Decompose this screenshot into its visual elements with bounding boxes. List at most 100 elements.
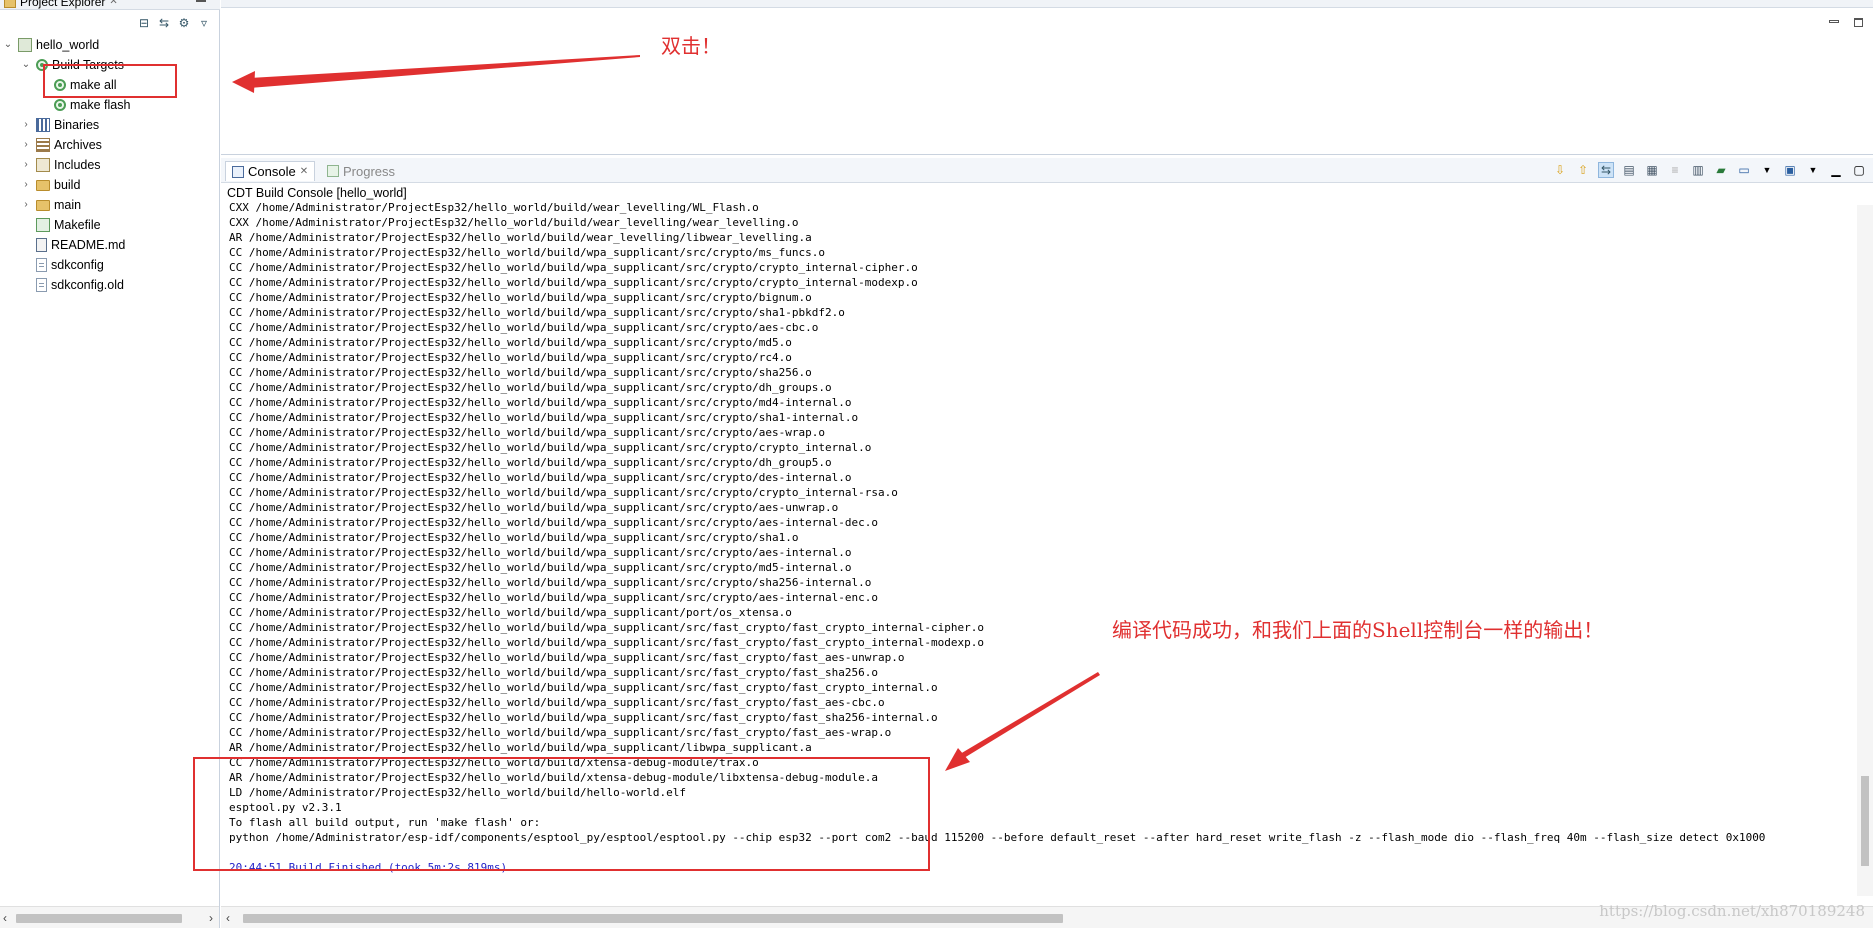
scrollbar-thumb[interactable] — [1861, 776, 1869, 866]
chevron-down-icon[interactable]: ▿ — [197, 16, 211, 30]
chevron-right-icon[interactable]: › — [20, 179, 32, 191]
console-icon — [232, 165, 244, 178]
tab-console[interactable]: Console ✕ — [225, 161, 316, 181]
archives-icon — [36, 137, 50, 152]
copy-build-log-icon[interactable]: ▤ — [1621, 162, 1637, 178]
tree-item-sdkconfig[interactable]: sdkconfig — [20, 256, 104, 273]
tree-item-archives[interactable]: › Archives — [20, 136, 102, 153]
console-line: CC /home/Administrator/ProjectEsp32/hell… — [229, 456, 832, 469]
word-wrap-icon[interactable]: ≡ — [1667, 162, 1683, 178]
console-line: CC /home/Administrator/ProjectEsp32/hell… — [229, 321, 819, 334]
tree-item-binaries[interactable]: › Binaries — [20, 116, 99, 133]
editor-maximize-button[interactable] — [1854, 18, 1863, 27]
chevron-down-icon[interactable]: ⌄ — [2, 39, 14, 51]
console-line: CXX /home/Administrator/ProjectEsp32/hel… — [229, 201, 759, 214]
chevron-right-icon[interactable]: › — [20, 139, 32, 151]
tree-item-readme-md[interactable]: README.md — [20, 236, 125, 253]
console-line: CC /home/Administrator/ProjectEsp32/hell… — [229, 576, 872, 589]
tree-item-build[interactable]: › build — [20, 176, 80, 193]
tree-item-label: Binaries — [54, 117, 100, 132]
scroll-left-icon[interactable]: ‹ — [226, 911, 230, 925]
project-explorer-icon — [4, 0, 16, 8]
tree-item-label: README.md — [51, 237, 126, 252]
display-console-icon[interactable]: ▭ — [1736, 162, 1752, 178]
chevron-down-icon[interactable]: ⌄ — [20, 59, 32, 71]
minimize-button[interactable] — [196, 0, 206, 2]
console-title: CDT Build Console [hello_world] — [227, 186, 407, 200]
tree-item-sdkconfig-old[interactable]: sdkconfig.old — [20, 276, 124, 293]
editor-area — [221, 0, 1873, 155]
tree-item-includes[interactable]: › Includes — [20, 156, 101, 173]
editor-minimize-button[interactable] — [1829, 20, 1839, 23]
show-console-on-change-icon[interactable]: ⇆ — [1598, 162, 1614, 178]
open-console-icon[interactable]: ▣ — [1782, 162, 1798, 178]
tree-item-label: sdkconfig — [51, 257, 104, 272]
console-line: CC /home/Administrator/ProjectEsp32/hell… — [229, 501, 839, 514]
pin-console-icon[interactable]: ▰ — [1713, 162, 1729, 178]
console-line: CC /home/Administrator/ProjectEsp32/hell… — [229, 471, 852, 484]
folder-icon — [36, 180, 50, 191]
view-menu-icon[interactable]: ⚙ — [177, 16, 191, 30]
maximize-icon[interactable]: ▢ — [1851, 162, 1867, 178]
console-line: CC /home/Administrator/ProjectEsp32/hell… — [229, 396, 852, 409]
tree-item-hello-world[interactable]: ⌄ hello_world — [2, 36, 99, 53]
close-icon[interactable]: ✕ — [300, 166, 308, 177]
editor-top-strip — [221, 0, 1873, 8]
chevron-right-icon[interactable]: › — [20, 199, 32, 211]
previous-error-icon[interactable]: ⇧ — [1575, 162, 1591, 178]
console-tab-bar: Console ✕ Progress ⇩ ⇧ ⇆ ▤ ▦ ≡ ▥ ▰ ▭ ▼ ▣… — [221, 158, 1873, 183]
tab-progress-label: Progress — [343, 163, 396, 179]
tab-console-label: Console — [248, 164, 296, 179]
project-icon — [18, 37, 32, 52]
close-icon[interactable]: ✕ — [109, 0, 117, 7]
next-error-icon[interactable]: ⇩ — [1552, 162, 1568, 178]
console-line: CC /home/Administrator/ProjectEsp32/hell… — [229, 261, 918, 274]
clear-console-icon[interactable]: ▥ — [1690, 162, 1706, 178]
tree-item-make-flash[interactable]: make flash — [38, 96, 130, 113]
scroll-right-icon[interactable]: › — [209, 911, 213, 925]
console-line: CC /home/Administrator/ProjectEsp32/hell… — [229, 246, 826, 259]
scrollbar-thumb[interactable] — [243, 914, 1063, 923]
link-with-editor-icon[interactable]: ⇆ — [157, 16, 171, 30]
explorer-horizontal-scrollbar[interactable]: ‹ › — [0, 906, 219, 928]
console-line: CC /home/Administrator/ProjectEsp32/hell… — [229, 486, 898, 499]
tree-item-main[interactable]: › main — [20, 196, 81, 213]
tab-progress[interactable]: Progress — [321, 161, 401, 181]
tab-project-explorer[interactable]: Project Explorer ✕ — [0, 0, 124, 10]
console-line: CC /home/Administrator/ProjectEsp32/hell… — [229, 516, 879, 529]
chevron-down-icon[interactable]: ▼ — [1759, 162, 1775, 178]
tree-item-label: make flash — [70, 97, 131, 112]
readme-icon — [36, 237, 47, 252]
console-line: CC /home/Administrator/ProjectEsp32/hell… — [229, 726, 892, 739]
console-line: CC /home/Administrator/ProjectEsp32/hell… — [229, 411, 859, 424]
file-icon — [36, 257, 47, 272]
console-vertical-scrollbar[interactable] — [1857, 205, 1873, 896]
chevron-right-icon[interactable]: › — [20, 159, 32, 171]
build-output-highlight-box — [193, 757, 930, 871]
console-toolbar: ⇩ ⇧ ⇆ ▤ ▦ ≡ ▥ ▰ ▭ ▼ ▣ ▼ ▁ ▢ — [1552, 162, 1867, 178]
tree-item-label: Archives — [54, 137, 102, 152]
makefile-icon — [36, 217, 50, 232]
scroll-lock-icon[interactable]: ▦ — [1644, 162, 1660, 178]
scroll-left-icon[interactable]: ‹ — [3, 911, 7, 925]
chevron-down-icon[interactable]: ▼ — [1805, 162, 1821, 178]
console-line: CC /home/Administrator/ProjectEsp32/hell… — [229, 291, 812, 304]
console-line: CC /home/Administrator/ProjectEsp32/hell… — [229, 636, 984, 649]
console-line: CC /home/Administrator/ProjectEsp32/hell… — [229, 351, 792, 364]
make-all-highlight-box — [43, 64, 177, 98]
console-line: CC /home/Administrator/ProjectEsp32/hell… — [229, 651, 905, 664]
explorer-toolbar: ⊟ ⇆ ⚙ ▿ — [137, 16, 211, 30]
binaries-icon — [36, 117, 50, 132]
minimize-icon[interactable]: ▁ — [1828, 162, 1844, 178]
console-line: CC /home/Administrator/ProjectEsp32/hell… — [229, 666, 879, 679]
console-line: CC /home/Administrator/ProjectEsp32/hell… — [229, 606, 792, 619]
chevron-right-icon[interactable]: › — [20, 119, 32, 131]
tree-item-makefile[interactable]: Makefile — [20, 216, 101, 233]
tree-item-label: hello_world — [36, 37, 100, 52]
scrollbar-thumb[interactable] — [16, 914, 182, 923]
collapse-all-icon[interactable]: ⊟ — [137, 16, 151, 30]
